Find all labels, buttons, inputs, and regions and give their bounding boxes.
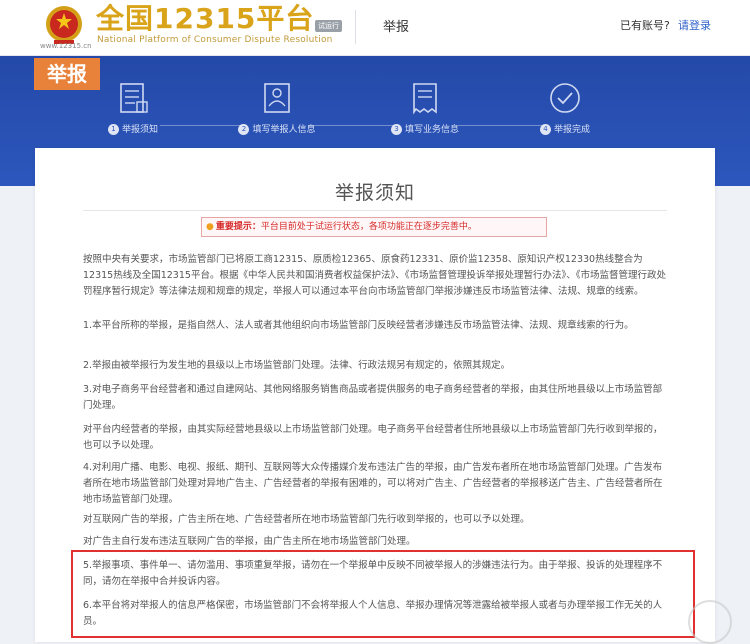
site-title: 全国12315平台 [96,2,315,35]
notice-title: 举报须知 [334,182,415,204]
header-section-title: 举报 [383,20,410,35]
rule-paragraph: 5.举报事项、事件单一、请勿滥用、事项重复举报，请勿在一个举报单中反映不同被举报… [83,560,663,587]
emblem-url: www.12315.cn [40,42,92,50]
important-alert: ● 重要提示：平台目前处于试运行状态，各项功能正在逐步完善中。 [201,217,547,237]
step-label: 1 举报须知 [78,122,188,135]
lightbulb-icon: ● [206,222,214,232]
rule-paragraph: 6.本平台将对举报人的信息严格保密，市场监管部门不会将举报人个人信息、举报办理情… [83,600,663,627]
alert-text: 平台目前处于试运行状态，各项功能正在逐步完善中。 [260,222,477,232]
beta-badge: 试运行 [315,20,342,32]
check-circle-icon [550,83,580,113]
login-link[interactable]: 请登录 [678,17,711,33]
intro-paragraph: 按照中央有关要求，市场监管部门已将原工商12315、原质检12365、原食药12… [83,254,666,297]
title-divider [83,210,667,211]
watermark-logo [688,600,732,644]
account-prompt: 已有账号? [620,19,670,32]
step-2: 2 填写举报人信息 [222,78,332,135]
step-3: 3 填写业务信息 [370,78,480,135]
step-label: 4 举报完成 [510,122,620,135]
header-divider [355,10,356,44]
person-form-icon [264,83,290,113]
step-label: 3 填写业务信息 [370,122,480,135]
rule-paragraph: 1.本平台所称的举报，是指自然人、法人或者其他组织向市场监管部门反映经营者涉嫌违… [83,320,634,331]
top-header: www.12315.cn 全国12315平台 National Platform… [0,0,750,56]
rule-paragraph: 2.举报由被举报行为发生地的县级以上市场监管部门处理。法律、行政法规另有规定的，… [83,360,511,371]
rule-paragraph: 4.对利用广播、电影、电视、报纸、期刊、互联网等大众传播媒介发布违法广告的举报，… [83,462,663,505]
rule-paragraph: 对平台内经营者的举报，由其实际经营地县级以上市场监管部门处理。电子商务平台经营者… [83,424,663,451]
notice-card: 举报须知 ● 重要提示：平台目前处于试运行状态，各项功能正在逐步完善中。 按照中央… [35,148,715,642]
receipt-icon [413,83,437,115]
rule-paragraph: 对广告主自行发布违法互联网广告的举报，由广告主所在地市场监管部门处理。 [83,536,416,547]
rule-paragraph: 对互联网广告的举报，广告主所在地、广告经营者所在地市场监管部门先行收到举报的，也… [83,514,530,525]
step-label: 2 填写举报人信息 [222,122,332,135]
document-list-icon [120,83,148,113]
step-1: 1 举报须知 [78,78,188,135]
alert-label: 重要提示： [215,222,261,232]
rule-paragraph: 3.对电子商务平台经营者和通过自建网站、其他网络服务销售商品或者提供服务的电子商… [83,384,663,411]
site-subtitle: National Platform of Consumer Dispute Re… [97,35,333,45]
step-4: 4 举报完成 [510,78,620,135]
